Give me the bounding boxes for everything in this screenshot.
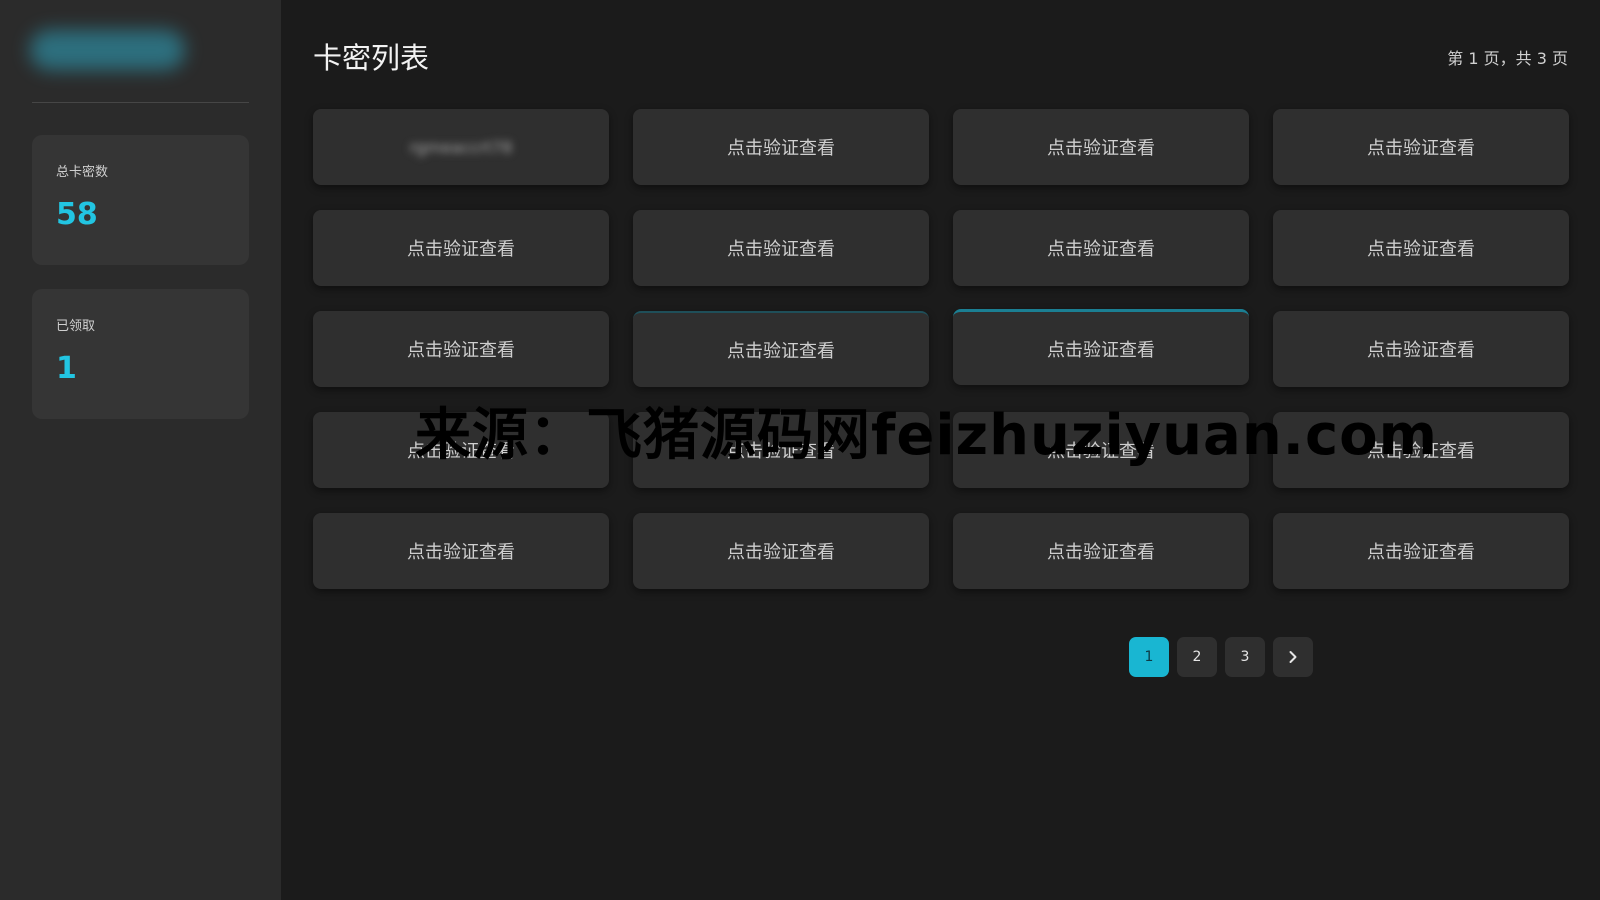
page-title: 卡密列表 <box>313 41 430 75</box>
page-info: 第 1 页，共 3 页 <box>1447 49 1568 68</box>
card-key[interactable]: 点击验证查看 <box>633 513 929 589</box>
card-key[interactable]: 点击验证查看 <box>313 513 609 589</box>
card-key[interactable]: 点击验证查看 <box>633 311 929 387</box>
card-key[interactable]: 点击验证查看 <box>953 210 1249 286</box>
card-key[interactable]: 点击验证查看 <box>633 412 929 488</box>
card-key[interactable]: 点击验证查看 <box>633 210 929 286</box>
stat-card-claimed: 已领取 1 <box>32 289 249 419</box>
card-key[interactable]: 点击验证查看 <box>633 109 929 185</box>
logo <box>30 30 185 70</box>
card-key-revealed[interactable]: rgmeaccrt78 <box>313 109 609 185</box>
stat-value-claimed: 1 <box>56 351 77 386</box>
card-key-hovered[interactable]: 点击验证查看 <box>953 309 1249 385</box>
stat-value-total: 58 <box>56 197 98 232</box>
sidebar-divider <box>32 102 249 103</box>
card-key[interactable]: 点击验证查看 <box>1273 513 1569 589</box>
stat-label-total: 总卡密数 <box>56 165 109 180</box>
card-key[interactable]: 点击验证查看 <box>313 412 609 488</box>
card-key[interactable]: 点击验证查看 <box>953 513 1249 589</box>
card-grid: rgmeaccrt78 点击验证查看 点击验证查看 点击验证查看 点击验证查看 … <box>313 109 1569 589</box>
card-key[interactable]: 点击验证查看 <box>1273 109 1569 185</box>
card-key[interactable]: 点击验证查看 <box>313 311 609 387</box>
chevron-right-icon <box>1289 651 1297 663</box>
card-key[interactable]: 点击验证查看 <box>953 412 1249 488</box>
page-button-2[interactable]: 2 <box>1177 637 1217 677</box>
card-key[interactable]: 点击验证查看 <box>1273 210 1569 286</box>
card-key[interactable]: 点击验证查看 <box>1273 311 1569 387</box>
stat-label-claimed: 已领取 <box>56 319 96 334</box>
stat-card-total: 总卡密数 58 <box>32 135 249 265</box>
pagination: 1 2 3 <box>1129 637 1313 677</box>
app-root: 总卡密数 58 已领取 1 卡密列表 第 1 页，共 3 页 rgmeaccrt… <box>0 0 1600 900</box>
next-page-button[interactable] <box>1273 637 1313 677</box>
main-content: 卡密列表 第 1 页，共 3 页 rgmeaccrt78 点击验证查看 点击验证… <box>281 0 1600 900</box>
card-key[interactable]: 点击验证查看 <box>953 109 1249 185</box>
page-button-1[interactable]: 1 <box>1129 637 1169 677</box>
card-key-text: rgmeaccrt78 <box>409 137 513 157</box>
sidebar: 总卡密数 58 已领取 1 <box>0 0 281 900</box>
page-button-3[interactable]: 3 <box>1225 637 1265 677</box>
card-key[interactable]: 点击验证查看 <box>1273 412 1569 488</box>
card-key[interactable]: 点击验证查看 <box>313 210 609 286</box>
